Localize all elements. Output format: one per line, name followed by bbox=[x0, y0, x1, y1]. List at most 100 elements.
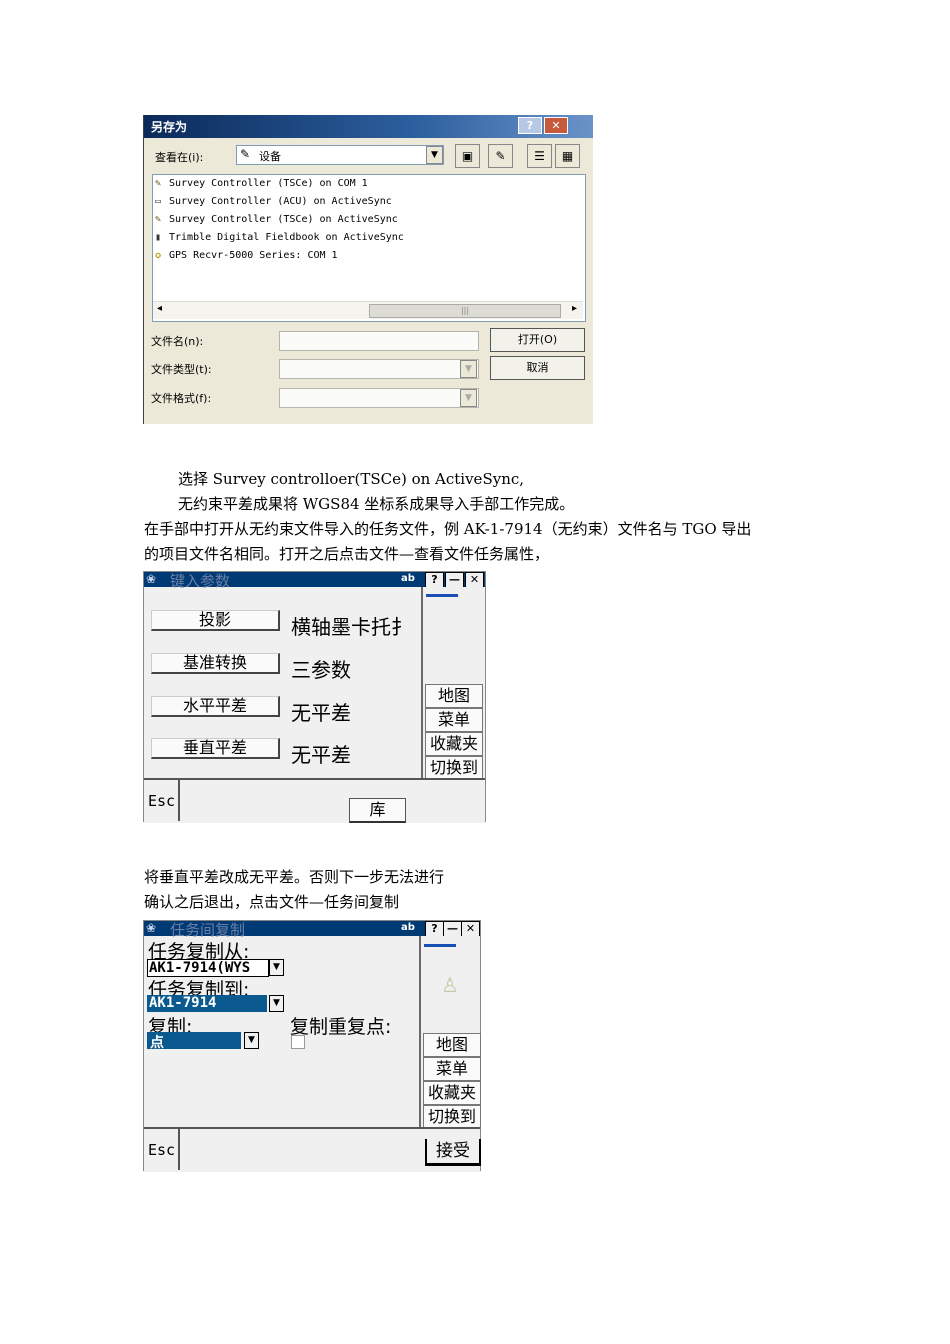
help-button[interactable]: ? bbox=[518, 117, 542, 134]
copy-to-select[interactable]: AK1-7914 bbox=[147, 995, 267, 1012]
horizontal-adjust-value: 无平差 bbox=[291, 701, 351, 725]
right-panel: ♙ 地图 菜单 收藏夹 切换到 bbox=[419, 936, 481, 1129]
details-view-icon[interactable]: ▦ bbox=[555, 144, 580, 168]
datum-transform-value: 三参数 bbox=[291, 658, 351, 682]
plug-connection-icon bbox=[424, 944, 456, 947]
gps-icon: ✪ bbox=[155, 250, 162, 261]
scroll-thumb[interactable]: ||| bbox=[369, 304, 561, 318]
file-label: Survey Controller (TSCe) on COM 1 bbox=[169, 178, 368, 189]
chevron-down-icon[interactable]: ▼ bbox=[269, 959, 284, 976]
map-button[interactable]: 地图 bbox=[425, 684, 483, 708]
chevron-down-icon[interactable]: ▼ bbox=[269, 995, 284, 1012]
new-folder-icon[interactable]: ✎ bbox=[488, 144, 513, 168]
minimize-button[interactable]: — bbox=[445, 572, 464, 588]
look-in-value: 设备 bbox=[259, 150, 281, 163]
paragraph-copy-between-tasks: 确认之后退出，点击文件—任务间复制 bbox=[144, 893, 400, 911]
windows-logo-icon: ❀ bbox=[146, 572, 157, 586]
gps-satellite-icon: ♙ bbox=[441, 973, 459, 997]
up-folder-icon[interactable]: ▣ bbox=[455, 144, 480, 168]
list-view-icon[interactable]: ☰ bbox=[527, 144, 552, 168]
paragraph-open-task: 在手部中打开从无约束文件导入的任务文件，例 AK-1-7914（无约束）文件名与… bbox=[144, 520, 752, 538]
open-button[interactable]: 打开(O) bbox=[490, 328, 585, 352]
esc-button[interactable]: Esc bbox=[144, 1129, 180, 1170]
file-label: Survey Controller (ACU) on ActiveSync bbox=[169, 196, 392, 207]
close-button[interactable]: ✕ bbox=[465, 572, 484, 588]
file-list[interactable]: ✎ Survey Controller (TSCe) on COM 1 ▭ Surv… bbox=[152, 174, 586, 322]
close-button[interactable]: ✕ bbox=[461, 921, 480, 937]
copy-duplicates-label: 复制重复点: bbox=[290, 1016, 392, 1038]
horizontal-scrollbar[interactable]: ◂ ||| ▸ bbox=[153, 301, 583, 319]
filename-label: 文件名(n): bbox=[151, 335, 204, 348]
help-button[interactable]: ? bbox=[425, 921, 444, 937]
list-item[interactable]: ✎ Survey Controller (TSCe) on ActiveSync bbox=[155, 214, 398, 231]
vertical-adjust-value: 无平差 bbox=[291, 743, 351, 767]
copy-type-value: 点 bbox=[150, 1035, 164, 1051]
projection-button[interactable]: 投影 bbox=[151, 610, 280, 631]
horizontal-adjust-button[interactable]: 水平平差 bbox=[151, 696, 280, 717]
right-panel: 地图 菜单 收藏夹 切换到 bbox=[421, 587, 485, 780]
filename-input[interactable] bbox=[279, 331, 479, 351]
filetype-select[interactable]: ▼ bbox=[279, 359, 479, 379]
list-item[interactable]: ✎ Survey Controller (TSCe) on COM 1 bbox=[155, 178, 368, 195]
menu-button[interactable]: 菜单 bbox=[425, 708, 483, 732]
file-label: Survey Controller (TSCe) on ActiveSync bbox=[169, 214, 398, 225]
copy-between-jobs-screen: ❀ 任务间复制 ab ? — ✕ 任务复制从: AK1-7914(WYS ▼ 任… bbox=[143, 920, 481, 1172]
chevron-down-icon[interactable]: ▼ bbox=[460, 389, 477, 407]
esc-label: Esc bbox=[148, 1141, 176, 1159]
switch-to-button[interactable]: 切换到 bbox=[423, 1105, 481, 1129]
menu-button[interactable]: 菜单 bbox=[423, 1057, 481, 1081]
input-mode-indicator: ab bbox=[401, 922, 415, 933]
input-mode-indicator: ab bbox=[401, 573, 415, 584]
library-button[interactable]: 库 bbox=[349, 798, 406, 823]
file-label: GPS Recvr-5000 Series: COM 1 bbox=[169, 250, 338, 261]
key-in-parameters-screen: ❀ 键入参数 ab ? — ✕ 投影 横轴墨卡托扌 基准转换 三参数 水平平差 … bbox=[143, 571, 486, 823]
paragraph-view-properties: 的项目文件名相同。打开之后点击文件—查看文件任务属性， bbox=[144, 545, 550, 563]
vertical-adjust-button[interactable]: 垂直平差 bbox=[151, 738, 280, 759]
look-in-select[interactable]: ✎ 设备 ▼ bbox=[236, 145, 444, 165]
save-as-dialog: 另存为 ? ✕ 查看在(i): ✎ 设备 ▼ ▣ ✎ ☰ ▦ ✎ Survey C… bbox=[143, 115, 593, 424]
bottom-bar: Esc 接受 bbox=[144, 1127, 481, 1172]
cancel-button[interactable]: 取消 bbox=[490, 356, 585, 380]
wand-icon: ✎ bbox=[155, 178, 162, 189]
accept-button[interactable]: 接受 bbox=[425, 1139, 481, 1166]
device-icon: ▭ bbox=[155, 196, 162, 207]
copy-to-value: AK1-7914 bbox=[149, 995, 217, 1011]
list-item[interactable]: ▮ Trimble Digital Fieldbook on ActiveSync bbox=[155, 232, 404, 249]
datum-transform-button[interactable]: 基准转换 bbox=[151, 653, 280, 674]
dialog-titlebar: 另存为 ? ✕ bbox=[144, 115, 593, 138]
list-item[interactable]: ✪ GPS Recvr-5000 Series: COM 1 bbox=[155, 250, 338, 267]
chevron-down-icon[interactable]: ▼ bbox=[426, 146, 443, 164]
screen-titlebar: ❀ 任务间复制 ab ? — ✕ bbox=[144, 921, 480, 939]
paragraph-select-controller: 选择 Survey controlloer(TSCe) on ActiveSyn… bbox=[178, 470, 525, 488]
chevron-down-icon[interactable]: ▼ bbox=[244, 1032, 259, 1049]
map-button[interactable]: 地图 bbox=[423, 1033, 481, 1057]
favorites-button[interactable]: 收藏夹 bbox=[423, 1081, 481, 1105]
list-item[interactable]: ▭ Survey Controller (ACU) on ActiveSync bbox=[155, 196, 392, 213]
wand-icon: ✎ bbox=[155, 214, 162, 225]
windows-logo-icon: ❀ bbox=[146, 921, 157, 935]
chevron-down-icon[interactable]: ▼ bbox=[460, 360, 477, 378]
bottom-bar: Esc 库 bbox=[144, 778, 485, 823]
scroll-left-icon[interactable]: ◂ bbox=[157, 303, 162, 314]
wand-icon: ✎ bbox=[240, 147, 251, 161]
help-button[interactable]: ? bbox=[425, 572, 444, 588]
switch-to-button[interactable]: 切换到 bbox=[425, 756, 483, 780]
projection-value: 横轴墨卡托扌 bbox=[291, 615, 411, 639]
filetype-label: 文件类型(t): bbox=[151, 363, 212, 376]
fileformat-select[interactable]: ▼ bbox=[279, 388, 479, 408]
dialog-title: 另存为 bbox=[151, 120, 188, 134]
paragraph-import-done: 无约束平差成果将 WGS84 坐标系成果导入手部工作完成。 bbox=[178, 495, 575, 513]
fileformat-label: 文件格式(f): bbox=[151, 392, 212, 405]
minimize-button[interactable]: — bbox=[443, 921, 462, 937]
close-button[interactable]: ✕ bbox=[544, 117, 568, 134]
screen-title: 键入参数 bbox=[170, 572, 231, 590]
esc-button[interactable]: Esc bbox=[144, 780, 180, 821]
copy-type-select[interactable]: 点 bbox=[147, 1032, 241, 1051]
look-in-label: 查看在(i): bbox=[155, 151, 204, 164]
plug-connection-icon bbox=[426, 594, 458, 597]
file-label: Trimble Digital Fieldbook on ActiveSync bbox=[169, 232, 404, 243]
favorites-button[interactable]: 收藏夹 bbox=[425, 732, 483, 756]
esc-label: Esc bbox=[148, 792, 176, 810]
scroll-right-icon[interactable]: ▸ bbox=[572, 303, 577, 314]
copy-duplicates-checkbox[interactable] bbox=[291, 1035, 305, 1049]
